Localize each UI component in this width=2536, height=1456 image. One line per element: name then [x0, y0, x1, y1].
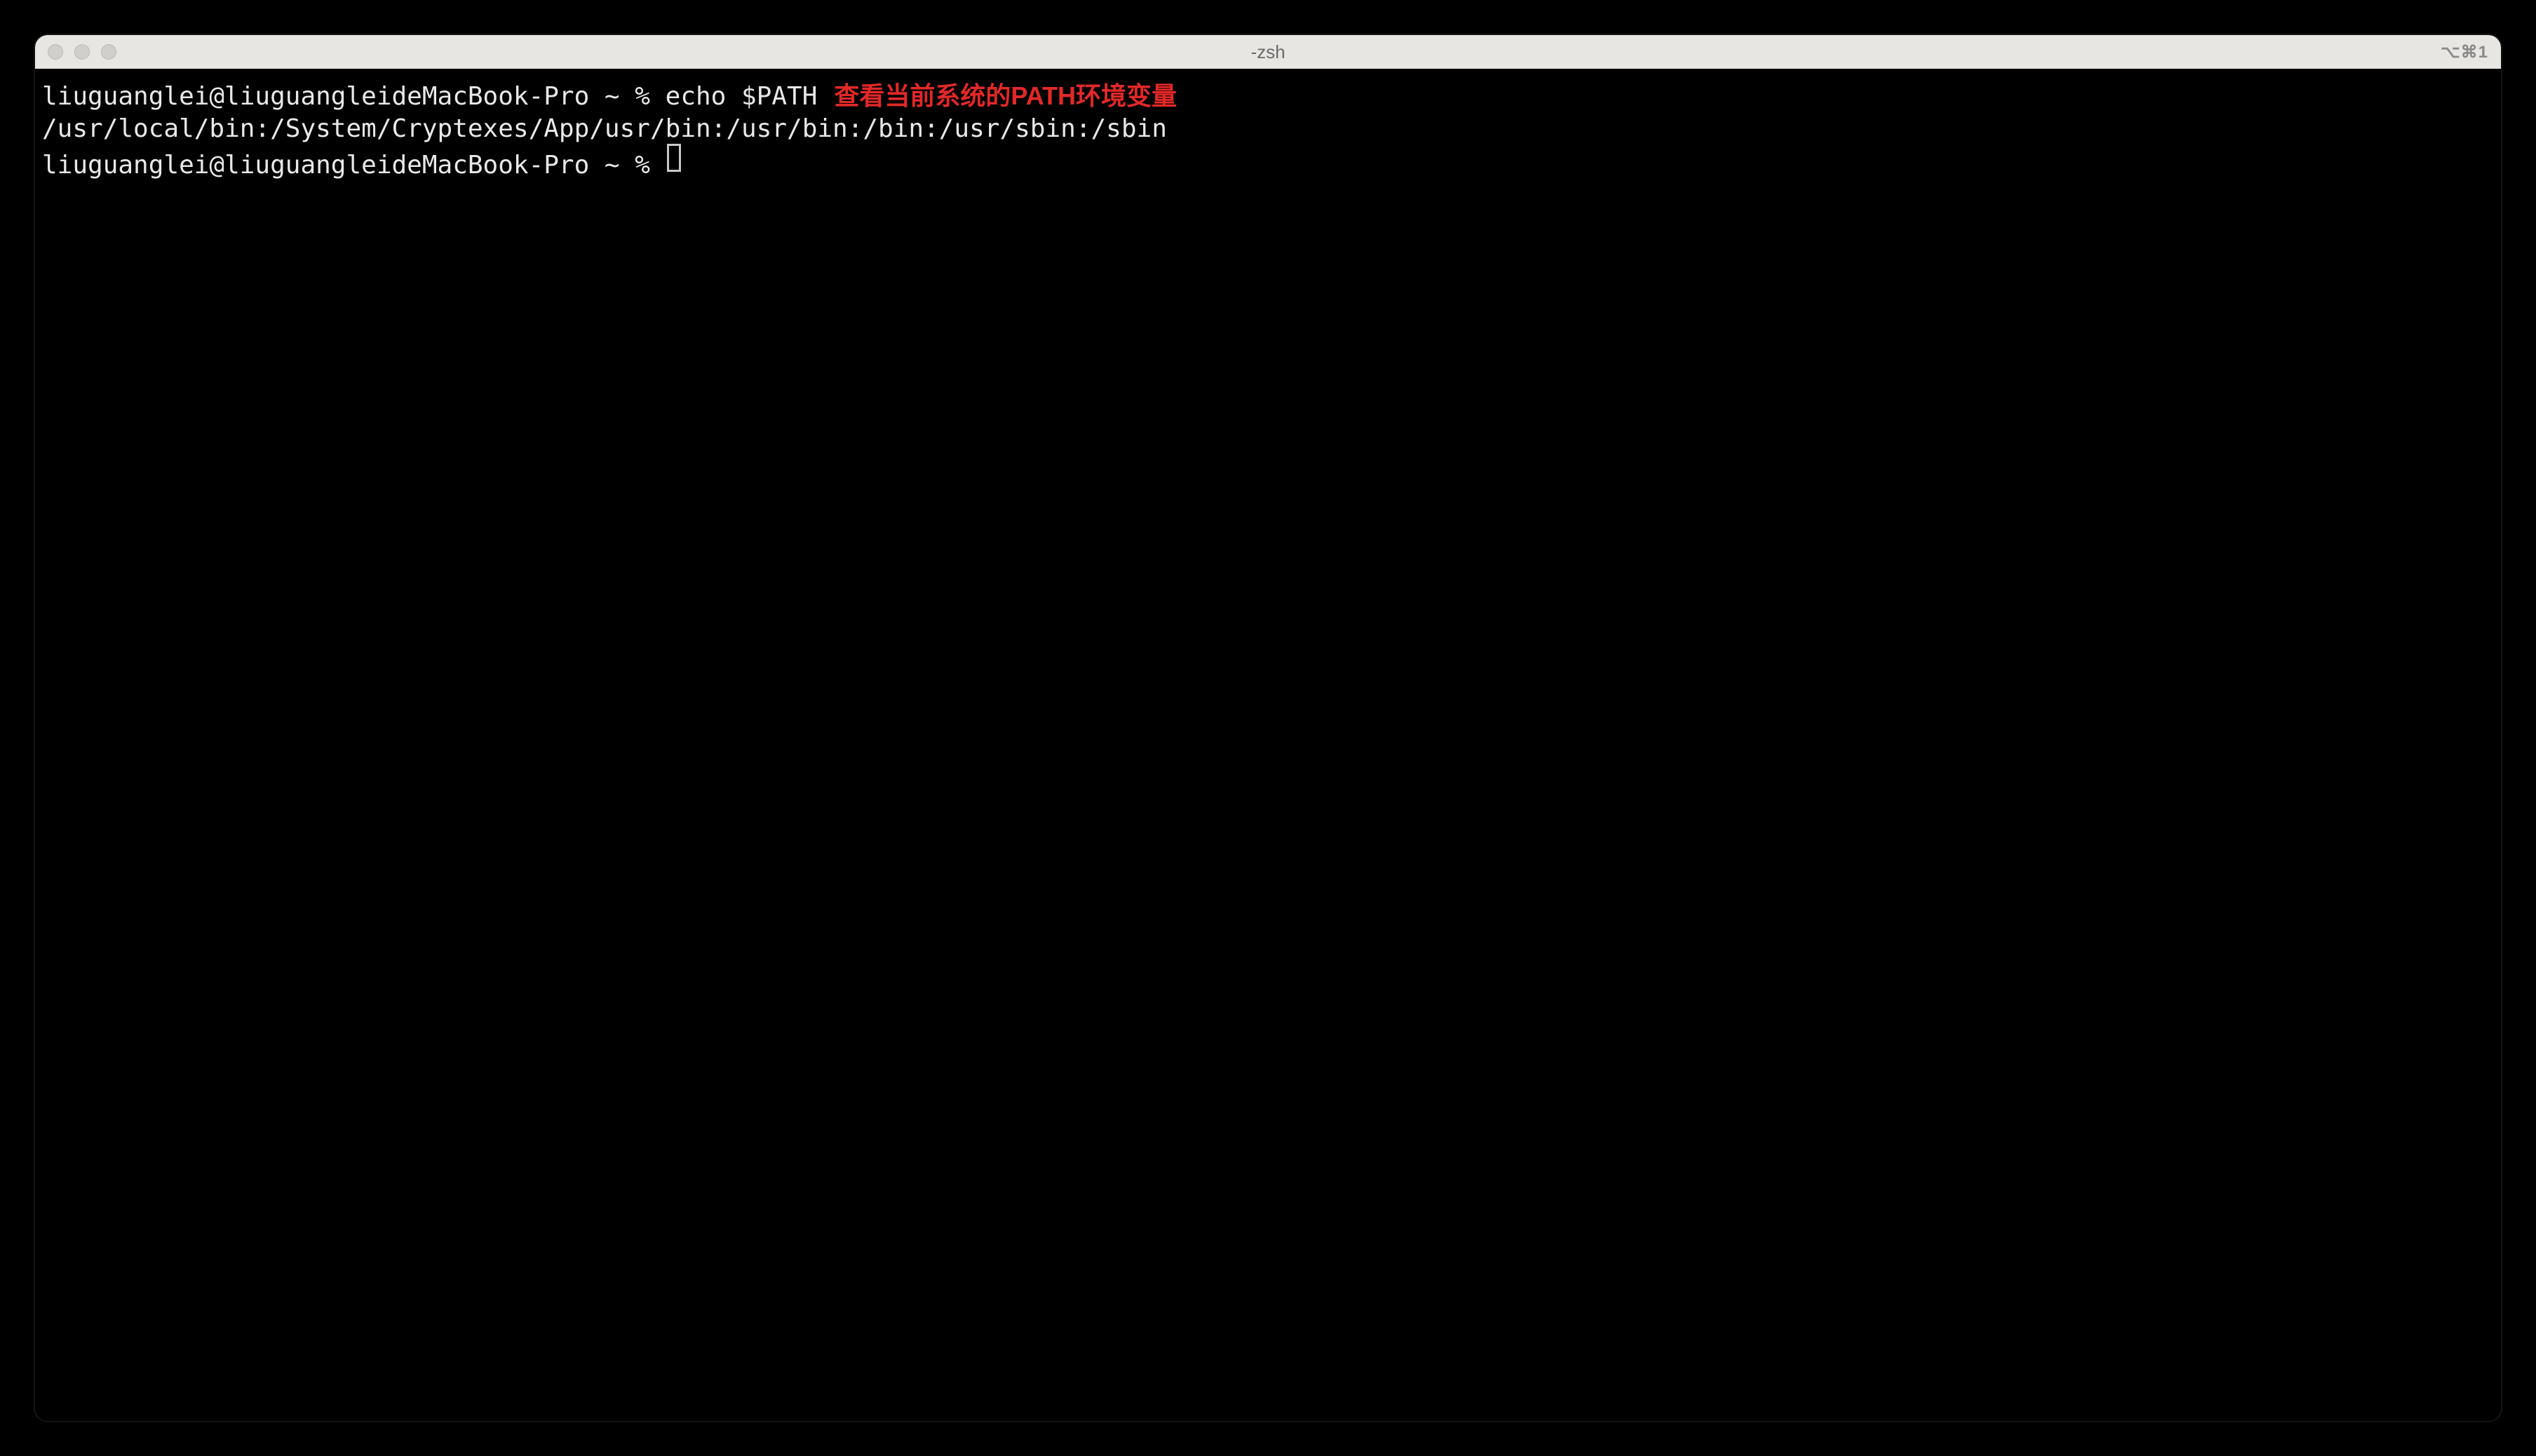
terminal-body[interactable]: liuguanglei@liuguangleideMacBook-Pro ~ %… — [35, 69, 2501, 1421]
current-prompt-text: liuguanglei@liuguangleideMacBook-Pro ~ % — [42, 149, 666, 182]
close-button[interactable] — [48, 44, 63, 60]
command-text: echo $PATH — [666, 81, 818, 113]
traffic-lights — [48, 44, 116, 60]
prompt-text: liuguanglei@liuguangleideMacBook-Pro ~ % — [42, 81, 666, 113]
terminal-line-command: liuguanglei@liuguangleideMacBook-Pro ~ %… — [42, 80, 2494, 113]
terminal-line-output: /usr/local/bin:/System/Cryptexes/App/usr… — [42, 113, 2494, 145]
cursor-icon — [667, 144, 681, 172]
annotation-text: 查看当前系统的PATH环境变量 — [834, 80, 1177, 112]
minimize-button[interactable] — [74, 44, 90, 60]
output-text: /usr/local/bin:/System/Cryptexes/App/usr… — [42, 113, 1167, 145]
window-shortcut-label: ⌥⌘1 — [2441, 42, 2488, 62]
maximize-button[interactable] — [101, 44, 116, 60]
window-title: -zsh — [1250, 41, 1285, 63]
window-titlebar[interactable]: -zsh ⌥⌘1 — [35, 35, 2501, 69]
terminal-window: -zsh ⌥⌘1 liuguanglei@liuguangleideMacBoo… — [35, 35, 2501, 1421]
terminal-line-current-prompt: liuguanglei@liuguangleideMacBook-Pro ~ % — [42, 145, 2494, 182]
